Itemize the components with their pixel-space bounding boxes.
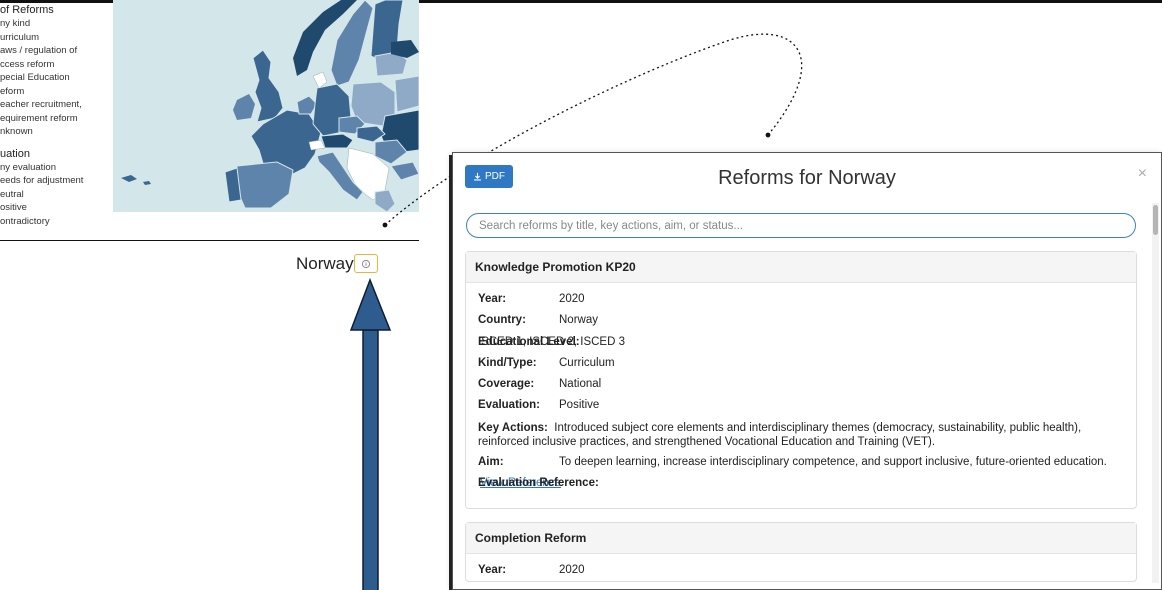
connector-dot	[382, 222, 388, 228]
country-iceland[interactable]	[121, 175, 151, 185]
field-label: Evaluation:	[478, 399, 540, 412]
field-label: Educational Level:	[478, 335, 580, 348]
field-label: Aim:	[478, 455, 504, 468]
legend-item[interactable]: ontradictory	[0, 215, 112, 229]
legend-item[interactable]: eeds for adjustment	[0, 174, 112, 188]
reform-card: Completion Reform Year: 2020	[465, 522, 1137, 583]
selected-country-label: Norway	[296, 254, 354, 273]
info-circle-icon	[361, 259, 371, 268]
legend-item[interactable]: eform	[0, 85, 112, 99]
europe-choropleth-map[interactable]	[113, 0, 419, 212]
field-label: Year:	[478, 293, 507, 305]
map-legend: of Reforms ny kind urriculum aws / regul…	[0, 4, 112, 228]
field-value: 2020	[559, 293, 585, 305]
legend-item[interactable]: ccess reform	[0, 58, 112, 72]
country-belarus[interactable]	[394, 75, 419, 113]
field-label: Key Actions:	[478, 421, 548, 434]
legend-item[interactable]: urriculum	[0, 31, 112, 45]
country-uk[interactable]	[252, 49, 284, 123]
reform-title: Completion Reform	[466, 523, 1136, 554]
country-info-button[interactable]	[354, 254, 378, 273]
connector-dot	[765, 132, 771, 138]
field-label: Kind/Type:	[478, 356, 537, 369]
field-value: Norway	[559, 314, 598, 327]
legend-item[interactable]: eutral	[0, 188, 112, 202]
country-greece[interactable]	[374, 189, 396, 212]
legend-item[interactable]: ositive	[0, 201, 112, 215]
section-divider	[0, 240, 419, 241]
legend-item[interactable]: equirement reform	[0, 112, 112, 126]
search-input[interactable]	[466, 213, 1136, 238]
modal-scrollbar[interactable]	[1152, 203, 1159, 583]
modal-title: Reforms for Norway	[718, 167, 896, 189]
legend-item[interactable]: ny kind	[0, 17, 112, 31]
modal-scroll-thumb[interactable]	[1153, 205, 1158, 235]
field-label: Year:	[478, 564, 507, 576]
legend-item[interactable]: eacher recruitment,	[0, 98, 112, 112]
country-austria[interactable]	[320, 133, 354, 149]
reform-card: Knowledge Promotion KP20 Year: 2020 Count…	[465, 251, 1137, 510]
annotation-arrow	[349, 277, 392, 590]
country-spain[interactable]	[236, 161, 294, 209]
field-value: Introduced subject core elements and int…	[478, 421, 1082, 448]
field-value: To deepen learning, increase interdiscip…	[559, 455, 1107, 468]
field-label: Evaluation Reference:	[478, 477, 599, 490]
field-value: 2020	[559, 564, 585, 576]
legend-item[interactable]: aws / regulation of	[0, 44, 112, 58]
field-label: Coverage:	[478, 378, 535, 391]
country-denmark[interactable]	[312, 71, 328, 89]
map-svg	[121, 0, 419, 212]
field-value: National	[559, 378, 602, 391]
reforms-modal: PDF Reforms for Norway × Knowledge Promo…	[452, 152, 1162, 590]
country-hungary[interactable]	[356, 125, 386, 143]
field-label: Country:	[478, 314, 526, 327]
legend-item[interactable]: ny evaluation	[0, 161, 112, 175]
field-value: Positive	[559, 399, 600, 412]
country-ireland[interactable]	[233, 94, 255, 120]
close-button[interactable]: ×	[1138, 165, 1147, 183]
legend-kind-heading: of Reforms	[0, 4, 54, 16]
legend-item[interactable]: nknown	[0, 125, 112, 139]
country-bulgaria[interactable]	[390, 161, 419, 181]
legend-evaluation-heading: uation	[0, 147, 30, 160]
reform-title: Knowledge Promotion KP20	[466, 252, 1136, 283]
legend-item[interactable]: pecial Education	[0, 71, 112, 85]
field-value: Curriculum	[559, 356, 615, 369]
